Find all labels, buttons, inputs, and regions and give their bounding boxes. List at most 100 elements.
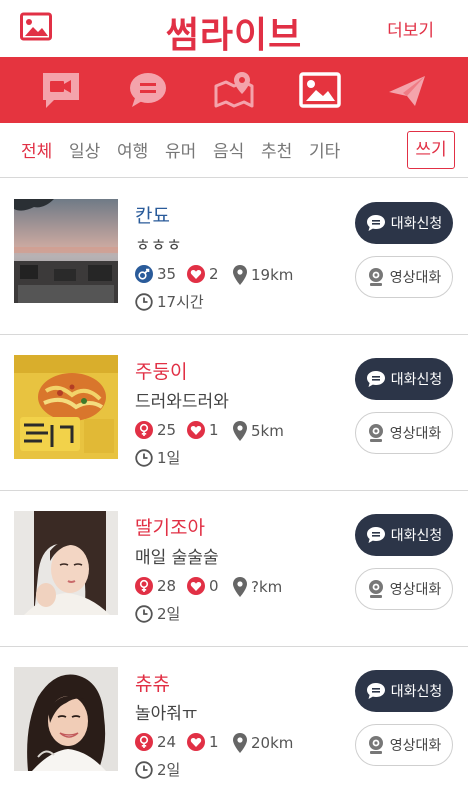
status-message: 놀아줘ㅠ [135,704,198,724]
distance-stat: ?km [233,577,282,597]
distance-value: 19km [251,266,294,284]
chat-request-button[interactable]: 대화신청 [355,358,453,400]
status-message: 드러와드러와 [135,392,229,412]
time-stat: 1일 [135,447,180,468]
clock-icon [135,604,153,623]
profile-photo[interactable] [14,511,118,615]
tab-recommend[interactable]: 추천 [261,137,292,162]
chat-bubble-icon [366,683,385,699]
write-button[interactable]: 쓰기 [407,131,455,169]
user-name[interactable]: 칸됴 [135,201,170,228]
tab-etc[interactable]: 기타 [309,137,340,162]
time-stat: 17시간 [135,291,204,312]
location-pin-icon [233,265,247,285]
video-chat-label: 영상대화 [389,582,442,598]
location-pin-icon [233,577,247,597]
status-message: ㅎㅎㅎ [135,236,182,256]
webcam-icon [368,580,383,598]
location-pin-icon [233,421,247,441]
likes-value: 0 [209,577,219,595]
heart-icon [187,421,205,439]
chat-request-label: 대화신청 [390,372,443,388]
profile-photo[interactable] [14,355,118,459]
chat-bubble-icon[interactable] [124,66,172,114]
distance-value: ?km [251,578,283,596]
male-icon [135,265,153,283]
list-item[interactable]: 딸기조아 매일 술술술 28 0 ?km 2일 대화신청 영상대화 [0,491,468,647]
time-stat: 2일 [135,759,180,780]
likes-value: 2 [209,265,219,283]
age-value: 28 [157,577,177,595]
time-value: 17시간 [157,293,204,311]
video-chat-label: 영상대화 [389,270,442,286]
video-chat-icon[interactable] [37,66,85,114]
time-value: 2일 [157,761,181,779]
time-value: 2일 [157,605,181,623]
likes-value: 1 [209,421,219,439]
chat-request-label: 대화신청 [390,216,443,232]
clock-icon [135,292,153,311]
more-link[interactable]: 더보기 [387,16,434,41]
age-stat: 35 [135,265,176,283]
clock-icon [135,448,153,467]
status-message: 매일 술술술 [135,548,219,568]
likes-stat: 1 [187,421,219,439]
gallery-icon[interactable] [296,66,344,114]
likes-value: 1 [209,733,219,751]
list-item[interactable]: 츄츄 놀아줘ㅠ 24 1 20km 2일 대화신청 영상대화 [0,647,468,800]
user-name[interactable]: 츄츄 [135,669,170,696]
age-stat: 25 [135,421,176,439]
video-chat-button[interactable]: 영상대화 [355,724,453,766]
chat-bubble-icon [366,215,385,231]
category-tabs: 전체 일상 여행 유머 음식 추천 기타 쓰기 [0,123,468,178]
list-item[interactable]: 주둥이 드러와드러와 25 1 5km 1일 대화신청 영상대화 [0,335,468,491]
tab-all[interactable]: 전체 [21,137,52,162]
main-nav-bar [0,57,468,123]
distance-stat: 5km [233,421,284,441]
user-name[interactable]: 주둥이 [135,357,187,384]
webcam-icon [368,424,383,442]
webcam-icon [368,736,383,754]
video-chat-label: 영상대화 [389,738,442,754]
age-stat: 28 [135,577,176,595]
profile-photo[interactable] [14,199,118,303]
distance-value: 5km [251,422,284,440]
video-chat-label: 영상대화 [389,426,442,442]
female-icon [135,421,153,439]
chat-request-button[interactable]: 대화신청 [355,514,453,556]
age-value: 35 [157,265,177,283]
likes-stat: 0 [187,577,219,595]
post-list: 칸됴 ㅎㅎㅎ 35 2 19km 17시간 대화신청 영상대화 주둥이 드러와드… [0,179,468,800]
chat-request-button[interactable]: 대화신청 [355,202,453,244]
female-icon [135,577,153,595]
profile-photo[interactable] [14,667,118,771]
tab-food[interactable]: 음식 [213,137,244,162]
heart-icon [187,733,205,751]
tab-travel[interactable]: 여행 [117,137,148,162]
webcam-icon [368,268,383,286]
time-stat: 2일 [135,603,180,624]
age-stat: 24 [135,733,176,751]
app-header: 썸라이브 더보기 [0,0,468,57]
location-pin-icon [233,733,247,753]
video-chat-button[interactable]: 영상대화 [355,412,453,454]
video-chat-button[interactable]: 영상대화 [355,568,453,610]
chat-bubble-icon [366,371,385,387]
tab-daily[interactable]: 일상 [69,137,100,162]
send-icon[interactable] [383,66,431,114]
chat-request-button[interactable]: 대화신청 [355,670,453,712]
likes-stat: 2 [187,265,219,283]
list-item[interactable]: 칸됴 ㅎㅎㅎ 35 2 19km 17시간 대화신청 영상대화 [0,179,468,335]
heart-icon [187,265,205,283]
clock-icon [135,760,153,779]
distance-stat: 19km [233,265,293,285]
distance-value: 20km [251,734,294,752]
map-icon[interactable] [210,66,258,114]
tab-humor[interactable]: 유머 [165,137,196,162]
user-name[interactable]: 딸기조아 [135,513,205,540]
age-value: 25 [157,421,177,439]
distance-stat: 20km [233,733,293,753]
likes-stat: 1 [187,733,219,751]
age-value: 24 [157,733,177,751]
video-chat-button[interactable]: 영상대화 [355,256,453,298]
